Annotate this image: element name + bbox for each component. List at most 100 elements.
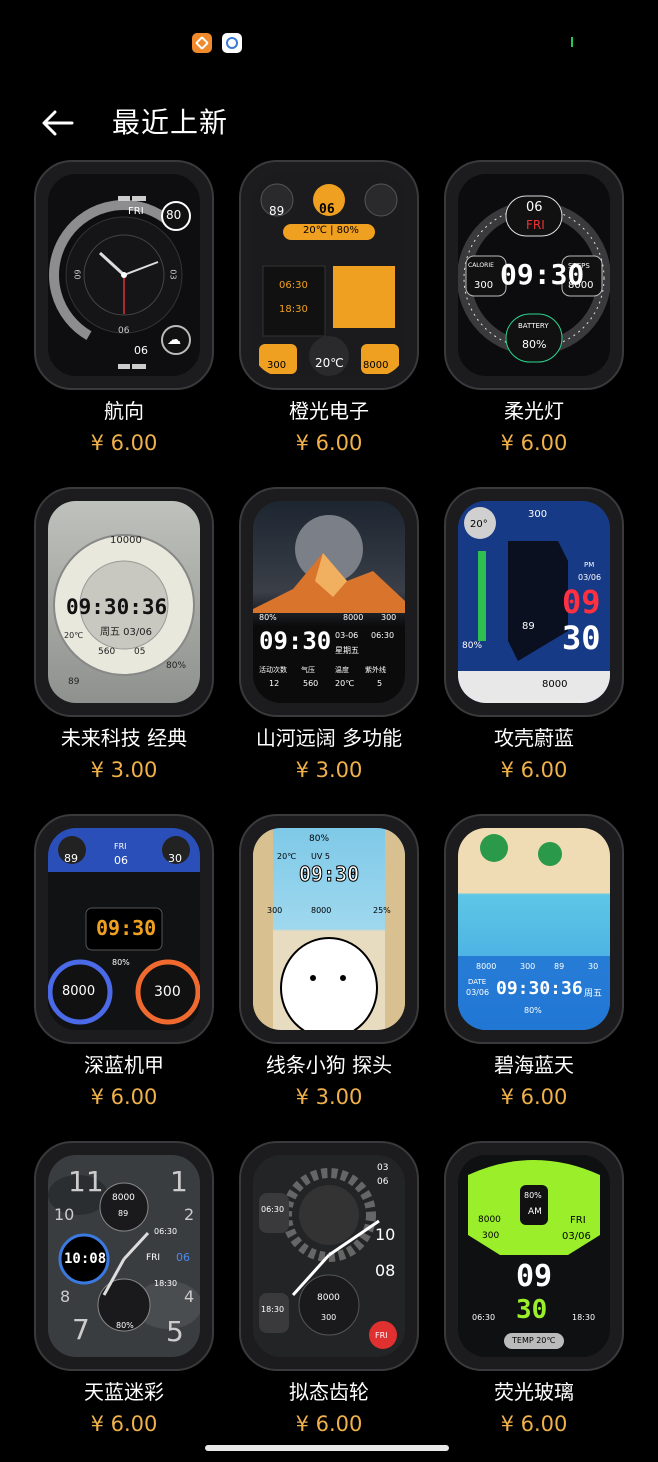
battery-value: 80% bbox=[116, 1321, 134, 1330]
watch-face: 80% AM 8000 300 FRI 03/06 09 30 06:30 18… bbox=[458, 1155, 610, 1357]
watchface-name: 航向 bbox=[104, 399, 144, 423]
steps-value: 10000 bbox=[110, 535, 142, 546]
sunset-time: 18:30 bbox=[279, 304, 308, 315]
sunrise-time: 06:30 bbox=[279, 280, 308, 291]
hour-numeral: 7 bbox=[72, 1313, 90, 1346]
date-label: DATE bbox=[468, 978, 487, 986]
steps-value: 8000 bbox=[317, 1293, 340, 1303]
weekday-label: 周五 bbox=[584, 989, 603, 999]
watchface-price: ¥ 6.00 bbox=[90, 1085, 158, 1109]
watch-preview[interactable]: 20° 300 PM 03/06 09 30 89 80% 8000 bbox=[444, 487, 624, 717]
hour-numeral: 8 bbox=[60, 1287, 71, 1306]
steps-value: 8000 bbox=[542, 679, 568, 690]
sunrise-time: 06:30 bbox=[154, 1227, 178, 1236]
am-pm-label: PM bbox=[584, 561, 595, 569]
orange-app-icon bbox=[192, 33, 212, 53]
watch-preview[interactable]: 8000 300 89 30 DATE 03/06 09:30:36 周五 80… bbox=[444, 814, 624, 1044]
watch-preview[interactable]: 03 06 06:30 10 08 8000 300 18:30 FRI bbox=[239, 1141, 419, 1371]
temperature-value: 20° bbox=[470, 519, 488, 530]
watch-preview[interactable]: 06 FRI 09:30 CALORIE 300 STEPS 8000 BATT… bbox=[444, 160, 624, 390]
temperature-value: 20℃ bbox=[315, 356, 344, 370]
calorie-value: 300 bbox=[267, 360, 287, 371]
stat-value: 05 bbox=[134, 647, 146, 657]
watch-face: 80% 8000 300 09:30 03-06 星期五 06:30 活动次数 … bbox=[253, 501, 405, 703]
tick-label: 60 bbox=[72, 269, 82, 280]
calorie-value: 300 bbox=[321, 1313, 337, 1322]
minute-display: 30 bbox=[562, 619, 601, 657]
time-display: 10:08 bbox=[64, 1251, 107, 1267]
heart-rate-value: 80 bbox=[166, 208, 182, 222]
back-arrow-icon[interactable] bbox=[40, 103, 80, 143]
watch-preview[interactable]: 10000 09:30:36 周五 03/06 20℃ 560 05 89 80… bbox=[34, 487, 214, 717]
header: 最近上新 bbox=[0, 95, 658, 155]
calorie-value: 300 bbox=[520, 962, 536, 971]
temperature-value: 20℃ bbox=[64, 631, 84, 640]
stat-value: 560 bbox=[303, 679, 319, 688]
watchface-price: ¥ 3.00 bbox=[295, 758, 363, 782]
hour-display: 09 bbox=[516, 1259, 553, 1294]
battery-value: 80% bbox=[112, 958, 130, 967]
battery-value: 80% bbox=[166, 661, 187, 671]
stat-value: 30 bbox=[588, 962, 599, 971]
cloud-icon: ☁ bbox=[167, 332, 181, 348]
status-bar bbox=[0, 0, 658, 80]
calorie-value: 300 bbox=[474, 280, 494, 291]
hour-numeral: 2 bbox=[184, 1205, 195, 1224]
watchface-name: 拟态齿轮 bbox=[289, 1380, 369, 1404]
watchface-name: 天蓝迷彩 bbox=[84, 1380, 164, 1404]
time-display: 09:30:36 bbox=[496, 978, 583, 999]
hour-numeral: 4 bbox=[184, 1287, 195, 1306]
weekday-label: 星期五 bbox=[335, 646, 359, 655]
date-display: 周五 03/06 bbox=[100, 627, 152, 638]
heart-value: 89 bbox=[68, 677, 80, 687]
watch-face: 89 FRI 06 30 09:30 80% 8000 300 bbox=[48, 828, 200, 1030]
heart-value: 89 bbox=[269, 204, 285, 218]
calorie-value: 300 bbox=[528, 509, 548, 520]
watch-face: 80% 20℃ UV 5 09:30 300 8000 25% bbox=[253, 828, 405, 1030]
time-display: 09:30 bbox=[298, 862, 360, 887]
watchface-name: 深蓝机甲 bbox=[84, 1053, 164, 1077]
date-value: 06 bbox=[377, 1177, 389, 1187]
battery-value: 80% bbox=[259, 613, 277, 622]
watch-face: 06 FRI 09:30 CALORIE 300 STEPS 8000 BATT… bbox=[458, 174, 610, 376]
watch-preview[interactable]: 11 1 10 2 8 4 7 5 8000 89 10:08 06:30 FR… bbox=[34, 1141, 214, 1371]
calorie-label: CALORIE bbox=[468, 262, 494, 269]
watch-face: 20° 300 PM 03/06 09 30 89 80% 8000 bbox=[458, 501, 610, 703]
watch-preview[interactable]: 80% AM 8000 300 FRI 03/06 09 30 06:30 18… bbox=[444, 1141, 624, 1371]
sunset-time: 18:30 bbox=[154, 1279, 178, 1288]
steps-label: STEPS bbox=[568, 262, 590, 270]
hour-numeral: 08 bbox=[375, 1261, 396, 1280]
hour-numeral: 1 bbox=[170, 1165, 188, 1198]
watch-face: 11 1 10 2 8 4 7 5 8000 89 10:08 06:30 FR… bbox=[48, 1155, 200, 1357]
date-label: 06 bbox=[134, 344, 148, 357]
hour-numeral: 10 bbox=[54, 1205, 75, 1224]
calorie-value: 300 bbox=[267, 906, 283, 915]
stat-value: 30 bbox=[168, 852, 182, 865]
watch-face: 8000 300 89 30 DATE 03/06 09:30:36 周五 80… bbox=[458, 828, 610, 1030]
battery-value: 80% bbox=[462, 641, 483, 651]
watch-preview[interactable]: 80% 20℃ UV 5 09:30 300 8000 25% bbox=[239, 814, 419, 1044]
battery-value: 80% bbox=[524, 1006, 542, 1015]
steps-value: 8000 bbox=[363, 360, 389, 371]
stat-label: 气压 bbox=[301, 666, 315, 674]
stat-value: 5 bbox=[377, 679, 383, 688]
cloud-app-icon bbox=[222, 33, 242, 53]
date-display: 03/06 bbox=[578, 573, 602, 582]
heart-value: 89 bbox=[64, 852, 78, 865]
hour-numeral: 11 bbox=[68, 1165, 104, 1198]
watch-preview[interactable]: FRI 80 60 03 06 06 ☁ bbox=[34, 160, 214, 390]
steps-value: 8000 bbox=[62, 984, 96, 999]
watchface-name: 攻壳蔚蓝 bbox=[494, 726, 574, 750]
sunset-time: 18:30 bbox=[261, 1305, 285, 1314]
watch-preview[interactable]: 89 06 20℃ | 80% 06:30 18:30 300 20℃ 8000 bbox=[239, 160, 419, 390]
watch-preview[interactable]: 80% 8000 300 09:30 03-06 星期五 06:30 活动次数 … bbox=[239, 487, 419, 717]
watch-face: 89 06 20℃ | 80% 06:30 18:30 300 20℃ 8000 bbox=[253, 174, 405, 376]
temperature-value: 20℃ bbox=[277, 852, 297, 861]
date-value: 06 bbox=[114, 854, 128, 867]
day-label: FRI bbox=[526, 218, 545, 232]
watch-preview[interactable]: 89 FRI 06 30 09:30 80% 8000 300 bbox=[34, 814, 214, 1044]
hour-numeral: 5 bbox=[166, 1315, 184, 1348]
day-label: FRI bbox=[375, 1331, 388, 1340]
tick-label: 06 bbox=[118, 326, 130, 336]
home-indicator[interactable] bbox=[205, 1445, 449, 1451]
